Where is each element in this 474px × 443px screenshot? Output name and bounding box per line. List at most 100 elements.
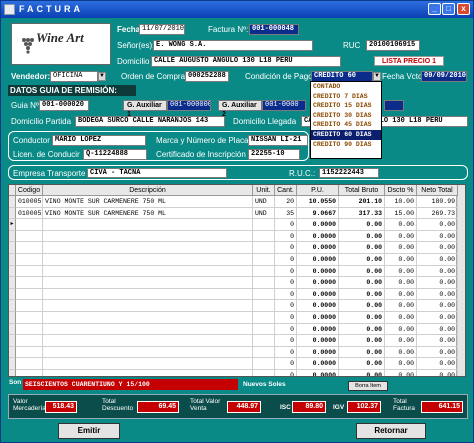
table-cell[interactable] bbox=[253, 254, 275, 266]
condicion-option[interactable]: CREDITO 7 DIAS bbox=[311, 92, 381, 102]
table-cell[interactable]: 0.00 bbox=[385, 370, 417, 376]
table-cell[interactable] bbox=[253, 312, 275, 324]
table-cell[interactable]: 35 bbox=[275, 207, 297, 220]
table-cell[interactable]: VINO MONTE SUR CARMENERE 750 ML bbox=[43, 196, 253, 208]
table-cell[interactable]: 0.0000 bbox=[297, 242, 339, 254]
table-cell[interactable]: 0.00 bbox=[417, 254, 458, 266]
table-cell[interactable]: 0.00 bbox=[385, 265, 417, 278]
table-cell[interactable] bbox=[16, 370, 43, 376]
table-cell[interactable] bbox=[16, 346, 43, 359]
table-cell[interactable]: 0 bbox=[275, 242, 297, 254]
table-cell[interactable] bbox=[43, 346, 253, 359]
empresa-field[interactable]: CIVA - TACNA bbox=[87, 168, 227, 178]
condicion-dropdown-icon[interactable]: ▼ bbox=[373, 72, 381, 81]
table-cell[interactable]: 0.00 bbox=[339, 312, 385, 324]
table-cell[interactable] bbox=[43, 335, 253, 347]
maximize-button[interactable]: □ bbox=[442, 3, 455, 15]
table-cell[interactable] bbox=[43, 219, 253, 231]
column-header[interactable]: Descripción bbox=[43, 185, 253, 196]
table-cell[interactable]: 0.0000 bbox=[297, 346, 339, 359]
table-cell[interactable]: 0.0000 bbox=[297, 312, 339, 324]
factura-number-field[interactable]: 001-000048 bbox=[249, 24, 299, 35]
table-cell[interactable]: 0.0000 bbox=[297, 230, 339, 243]
fecha-vcto-field[interactable]: 09/09/2010 bbox=[421, 71, 467, 82]
table-cell[interactable]: 0.00 bbox=[339, 277, 385, 289]
table-cell[interactable] bbox=[253, 265, 275, 278]
row-selector[interactable] bbox=[9, 323, 16, 336]
row-selector[interactable] bbox=[9, 207, 16, 220]
column-header[interactable]: Cant. bbox=[275, 185, 297, 196]
table-cell[interactable] bbox=[16, 335, 43, 347]
table-cell[interactable]: 0.0000 bbox=[297, 323, 339, 336]
orden-compra-field[interactable]: 000252288 bbox=[185, 71, 229, 82]
table-cell[interactable] bbox=[253, 219, 275, 231]
table-cell[interactable]: 0.00 bbox=[385, 219, 417, 231]
condicion-option[interactable]: CONTADO bbox=[311, 82, 381, 92]
table-cell[interactable]: 269.73 bbox=[417, 207, 458, 220]
table-cell[interactable] bbox=[43, 230, 253, 243]
table-cell[interactable]: 201.10 bbox=[339, 196, 385, 208]
row-selector[interactable] bbox=[9, 196, 16, 208]
table-cell[interactable] bbox=[16, 358, 43, 370]
table-cell[interactable]: 0.0000 bbox=[297, 335, 339, 347]
table-cell[interactable]: 0.0000 bbox=[297, 254, 339, 266]
cliente-field[interactable]: E. WONG S.A. bbox=[153, 40, 313, 51]
table-cell[interactable] bbox=[253, 358, 275, 370]
table-cell[interactable]: 0.00 bbox=[385, 254, 417, 266]
table-cell[interactable]: 0.00 bbox=[417, 265, 458, 278]
table-cell[interactable] bbox=[16, 323, 43, 336]
table-cell[interactable]: 0.00 bbox=[417, 346, 458, 359]
row-selector[interactable] bbox=[9, 300, 16, 312]
table-cell[interactable]: 0.00 bbox=[417, 277, 458, 289]
title-bar[interactable]: FACTURA _ □ x bbox=[1, 1, 473, 18]
table-cell[interactable]: 0.0000 bbox=[297, 219, 339, 231]
table-cell[interactable]: 15.00 bbox=[385, 207, 417, 220]
placa-field[interactable]: NISSAN LI-21 bbox=[248, 135, 308, 146]
table-cell[interactable]: 0.00 bbox=[385, 242, 417, 254]
table-cell[interactable]: 0.0000 bbox=[297, 277, 339, 289]
table-cell[interactable]: 0.0000 bbox=[297, 288, 339, 301]
borra-item-button[interactable]: Borra Item bbox=[348, 381, 388, 391]
table-cell[interactable]: 10.0550 bbox=[297, 196, 339, 208]
table-cell[interactable] bbox=[16, 230, 43, 243]
table-cell[interactable]: 0.00 bbox=[385, 312, 417, 324]
table-cell[interactable] bbox=[43, 312, 253, 324]
table-cell[interactable]: 0.00 bbox=[339, 300, 385, 312]
condicion-option[interactable]: CREDITO 45 DIAS bbox=[311, 120, 381, 130]
table-cell[interactable]: 0.00 bbox=[385, 335, 417, 347]
table-cell[interactable] bbox=[253, 323, 275, 336]
minimize-button[interactable]: _ bbox=[428, 3, 441, 15]
empresa-ruc-field[interactable]: 1152222443 bbox=[319, 168, 379, 178]
vendedor-dropdown-icon[interactable]: ▼ bbox=[98, 72, 106, 81]
table-cell[interactable]: 317.33 bbox=[339, 207, 385, 220]
table-cell[interactable]: 0.0000 bbox=[297, 265, 339, 278]
table-cell[interactable]: UND bbox=[253, 196, 275, 208]
table-cell[interactable]: 0.00 bbox=[339, 230, 385, 243]
table-cell[interactable]: 0.00 bbox=[339, 370, 385, 376]
table-cell[interactable]: UND bbox=[253, 207, 275, 220]
table-cell[interactable] bbox=[16, 288, 43, 301]
table-cell[interactable]: 0.00 bbox=[339, 346, 385, 359]
row-selector[interactable] bbox=[9, 370, 16, 376]
row-selector[interactable] bbox=[9, 254, 16, 266]
row-selector[interactable] bbox=[9, 277, 16, 289]
table-cell[interactable] bbox=[253, 230, 275, 243]
table-cell[interactable]: 0.00 bbox=[339, 219, 385, 231]
table-cell[interactable] bbox=[253, 242, 275, 254]
close-button[interactable]: x bbox=[457, 3, 470, 15]
table-cell[interactable] bbox=[16, 265, 43, 278]
table-cell[interactable] bbox=[253, 277, 275, 289]
table-cell[interactable]: 0 bbox=[275, 254, 297, 266]
emitir-button[interactable]: Emitir bbox=[58, 423, 120, 439]
table-cell[interactable] bbox=[43, 265, 253, 278]
table-cell[interactable]: 0.00 bbox=[417, 370, 458, 376]
table-cell[interactable] bbox=[16, 312, 43, 324]
table-cell[interactable]: 0.00 bbox=[417, 323, 458, 336]
row-selector[interactable] bbox=[9, 288, 16, 301]
table-cell[interactable]: 0.00 bbox=[339, 265, 385, 278]
table-cell[interactable]: 010005 bbox=[16, 207, 43, 220]
table-cell[interactable]: 0 bbox=[275, 277, 297, 289]
table-cell[interactable]: 0.00 bbox=[339, 358, 385, 370]
table-cell[interactable] bbox=[43, 288, 253, 301]
table-cell[interactable]: 0.00 bbox=[385, 358, 417, 370]
